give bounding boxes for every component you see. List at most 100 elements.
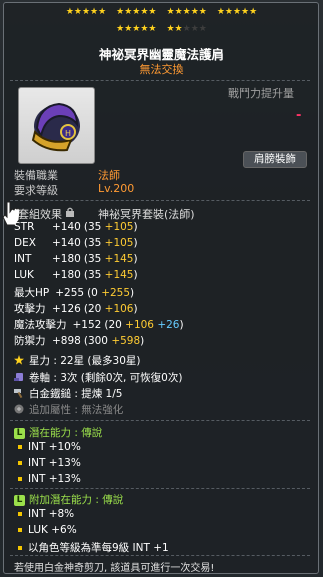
stat-name: DEX xyxy=(14,237,36,249)
stat-end: ) xyxy=(133,253,138,265)
scroll-info: 卷軸 : 3次 (剩餘0次, 可恢復0次) xyxy=(29,372,183,384)
star-force-row-1: ★★★★★ ★★★★★ ★★★★★ ★★★★★ xyxy=(0,7,323,17)
star-group: ★★★★★ xyxy=(166,7,207,17)
stat-end: ) xyxy=(133,269,138,281)
stat-bonus: +598 xyxy=(111,335,141,347)
stat-end: ) xyxy=(130,287,135,299)
stat-row: STR +140 (35 +105) xyxy=(14,221,138,233)
shoulder-armor-icon: H xyxy=(31,102,80,152)
stat-name: STR xyxy=(14,221,35,233)
stat-base: (300 xyxy=(83,335,112,347)
stat-bonus: +255 xyxy=(101,287,131,299)
stat-base: (35 xyxy=(83,269,105,281)
stat-bonus: +105 xyxy=(104,221,134,233)
starforce-info: 星力 : 22星 (最多30星) xyxy=(29,355,141,367)
stat-total: +126 xyxy=(52,303,81,315)
stat-bonus: +145 xyxy=(104,269,134,281)
stat-total: +255 xyxy=(55,287,85,299)
stat-row: DEX +140 (35 +105) xyxy=(14,237,138,249)
stat-base: (20 xyxy=(83,303,105,315)
stat-bonus: +105 xyxy=(104,237,134,249)
level-label: 要求等級 xyxy=(14,184,58,197)
add-potential-line: LUK +6% xyxy=(18,524,77,536)
stat-close: ) xyxy=(179,319,184,331)
svg-text:H: H xyxy=(65,129,71,138)
star-group-empty: ★★★ xyxy=(182,24,207,34)
stat-base: (35 xyxy=(83,253,105,265)
potential-label: 潛在能力 : xyxy=(29,427,82,439)
stat-total: +180 xyxy=(52,253,81,265)
add-potential-grade: 傳說 xyxy=(102,494,124,506)
extra-option-info: 追加屬性 : 無法強化 xyxy=(29,404,124,416)
bullet-icon xyxy=(18,477,22,481)
power-label: 戰鬥力提升量 xyxy=(228,87,294,100)
stat-name: 魔法攻擊力 xyxy=(14,319,67,331)
legendary-tag-icon: L xyxy=(14,494,25,506)
bullet-icon xyxy=(18,546,22,550)
potential-line: INT +13% xyxy=(18,473,81,485)
potential-header: L 潛在能力 : 傳說 xyxy=(14,425,102,440)
divider xyxy=(10,80,310,81)
stat-bonus: +145 xyxy=(104,253,134,265)
stat-row: INT +180 (35 +145) xyxy=(14,253,138,265)
star-group: ★★★★★ xyxy=(65,7,107,17)
hammer-icon xyxy=(14,389,23,398)
stat-base: (0 xyxy=(87,287,102,299)
stat-row: 魔法攻擊力 +152 (20 +106 +26) xyxy=(14,317,184,332)
star-group: ★★★★★ xyxy=(116,24,157,34)
stat-name: INT xyxy=(14,253,32,265)
divider xyxy=(10,200,310,201)
bullet-icon xyxy=(18,528,22,532)
set-name: 神祕冥界套裝(法師) xyxy=(98,208,195,221)
stat-name: 防禦力 xyxy=(14,335,46,347)
star-force-row-2: ★★★★★ ★★★★★ xyxy=(0,24,323,34)
add-potential-label: 附加潛在能力 : xyxy=(29,494,103,506)
stat-total: +140 xyxy=(52,237,81,249)
star-group: ★★★★★ xyxy=(216,7,258,17)
stat-extra: +26 xyxy=(157,319,180,331)
power-value: - xyxy=(296,108,302,123)
stat-bonus: +106 xyxy=(104,303,134,315)
stat-row: LUK +180 (35 +145) xyxy=(14,269,138,281)
stat-row: 防禦力 +898 (300 +598) xyxy=(14,333,144,348)
stat-row: 最大HP +255 (0 +255) xyxy=(14,285,134,300)
job-label: 裝備職業 xyxy=(14,169,58,182)
divider xyxy=(10,555,310,556)
stat-end: ) xyxy=(133,237,138,249)
hammer-info: 白金鐵鎚 : 提煉 1/5 xyxy=(29,388,123,400)
bullet-icon xyxy=(18,445,22,449)
add-potential-line: 以角色等級為準每9級 INT +1 xyxy=(18,540,169,555)
star-icon xyxy=(14,355,24,365)
legendary-tag-icon: L xyxy=(14,427,25,439)
slot-button[interactable]: 肩膀裝飾 xyxy=(243,151,307,168)
stat-end: ) xyxy=(133,303,138,315)
divider xyxy=(10,488,310,489)
stat-total: +140 xyxy=(52,221,81,233)
stat-total: +180 xyxy=(52,269,81,281)
level-value: Lv.200 xyxy=(98,182,135,195)
stat-name: 最大HP xyxy=(14,287,50,299)
add-potential-line: INT +8% xyxy=(18,508,74,520)
star-group: ★★ xyxy=(166,24,183,34)
bullet-icon xyxy=(18,461,22,465)
extra-option-icon xyxy=(14,404,24,414)
stat-total: +152 xyxy=(72,319,102,331)
item-icon-frame: H xyxy=(18,87,95,164)
divider xyxy=(10,420,310,421)
stat-bonus: +106 xyxy=(125,319,154,331)
stat-name: LUK xyxy=(14,269,34,281)
stat-base: (35 xyxy=(83,237,105,249)
stat-base: (35 xyxy=(83,221,105,233)
job-value: 法師 xyxy=(98,169,120,182)
bullet-icon xyxy=(18,512,22,516)
stat-row: 攻擊力 +126 (20 +106) xyxy=(14,301,138,316)
stat-base: (20 xyxy=(104,319,126,331)
stat-end: ) xyxy=(133,221,138,233)
trade-status: 無法交換 xyxy=(139,63,184,76)
star-group: ★★★★★ xyxy=(116,7,157,17)
stat-total: +898 xyxy=(52,335,81,347)
set-effect-label: 套組效果 xyxy=(18,208,62,221)
potential-line: INT +10% xyxy=(18,441,81,453)
scroll-icon xyxy=(14,373,23,381)
stat-end: ) xyxy=(140,335,145,347)
